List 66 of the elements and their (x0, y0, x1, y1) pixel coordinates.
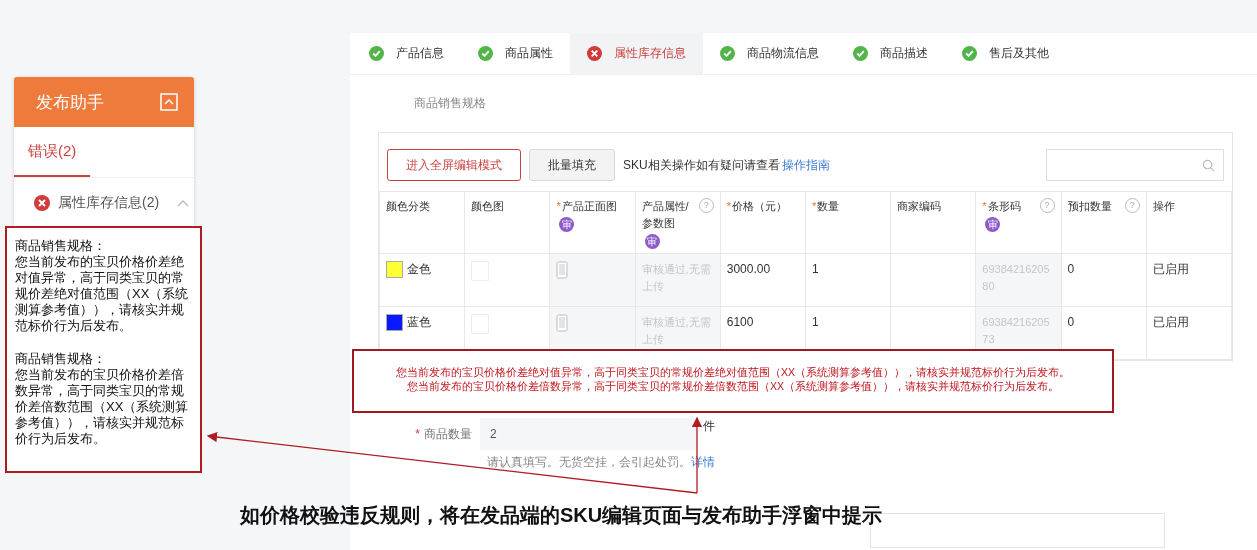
step-label: 属性库存信息 (614, 45, 686, 62)
header-label: 产品正面图 (561, 199, 617, 214)
audit-badge: 审 (644, 233, 660, 249)
step-label: 商品物流信息 (747, 45, 819, 62)
section-title: 商品销售规格 (414, 95, 487, 112)
audit-badge: 审 (985, 216, 1001, 232)
caption-text: 如价格校验违反规则，将在发品端的SKU编辑页面与发布助手浮窗中提示 (240, 503, 883, 528)
help-text: SKU相关操作如有疑问请查看 (623, 156, 780, 174)
audit-badge: 审 (559, 216, 575, 232)
color-name: 蓝色 (407, 314, 431, 331)
table-cell: 1 (805, 253, 891, 307)
phone-image-icon[interactable] (556, 314, 569, 332)
error-message: 您当前发布的宝贝价格价差倍数异常，高于同类宝贝的常规价差倍数范围（XX（系统测算参考值）），请核实并规范标价行为后发布。 (406, 379, 1060, 393)
search-field[interactable] (1046, 149, 1224, 181)
table-cell: 3000.00 (720, 253, 806, 307)
batch-fill-button[interactable]: 批量填充 (529, 149, 615, 181)
header-label: 商家编码 (897, 199, 942, 214)
table-cell: 0 (1061, 253, 1147, 307)
required-mark: * (811, 200, 817, 212)
required-mark: * (415, 426, 420, 441)
search-icon (1202, 158, 1215, 172)
check-icon (478, 46, 493, 61)
step-tab[interactable]: 售后及其他 (945, 33, 1066, 74)
unit-label: 件 (703, 418, 715, 435)
quantity-input[interactable]: 2 (480, 418, 698, 450)
required-mark: * (556, 200, 561, 212)
header-label: 价格（元） (732, 199, 788, 214)
check-icon (720, 46, 735, 61)
header-label: 颜色图 (471, 199, 505, 214)
check-icon (962, 46, 977, 61)
header-label: 预扣数量 (1067, 199, 1112, 214)
step-tab[interactable]: 商品属性 (461, 33, 570, 74)
step-label: 售后及其他 (989, 45, 1049, 62)
step-label: 产品信息 (396, 45, 444, 62)
quantity-label: 商品数量 (424, 426, 472, 441)
annotation-text: 商品销售规格： 您当前发布的宝贝价格价差绝对值异常，高于同类宝贝的常规价差绝对值范围（XX（系统测算参考值）），请核实并规范标价行为后发布。 (15, 238, 190, 334)
error-icon (34, 195, 50, 211)
error-section-header[interactable]: 属性库存信息(2) (14, 178, 194, 228)
table-cell: 已启用 (1146, 306, 1232, 360)
color-name: 金色 (407, 261, 431, 278)
check-icon (369, 46, 384, 61)
header-label: 产品属性/参数图 (641, 199, 690, 231)
table-cell: 已启用 (1146, 253, 1232, 307)
step-label: 商品属性 (505, 45, 553, 62)
step-tab[interactable]: 商品物流信息 (703, 33, 836, 74)
header-label: 数量 (817, 199, 840, 214)
header-label: 操作 (1152, 199, 1175, 214)
collapse-icon[interactable] (160, 93, 178, 111)
step-tab[interactable]: 商品描述 (836, 33, 945, 74)
fullscreen-edit-button[interactable]: 进入全屏编辑模式 (387, 149, 521, 181)
errors-tab[interactable]: 错误(2) (14, 127, 91, 177)
step-tab[interactable]: 属性库存信息 (570, 33, 703, 74)
step-tab[interactable]: 产品信息 (352, 33, 461, 74)
error-message: 您当前发布的宝贝价格价差绝对值异常，高于同类宝贝的常规价差绝对值范围（XX（系统测算参考值）），请核实并规范标价行为后发布。 (395, 365, 1071, 379)
header-label: 颜色分类 (386, 199, 430, 214)
required-mark: * (726, 200, 732, 212)
chevron-icon (177, 199, 190, 207)
step-label: 商品描述 (880, 45, 928, 62)
header-label: 条形码 (987, 199, 1021, 214)
required-mark: * (982, 200, 987, 212)
guide-link[interactable]: 操作指南 (781, 156, 830, 174)
check-icon (853, 46, 868, 61)
annotation-text: 商品销售规格： 您当前发布的宝贝价格价差倍数异常，高于同类宝贝的常规价差倍数范围（XX（系统测算参考值）），请核实并规范标价行为后发布。 (15, 351, 190, 447)
error-icon (587, 46, 602, 61)
phone-image-icon[interactable] (556, 261, 569, 279)
helper-title: 发布助手 (36, 91, 104, 114)
